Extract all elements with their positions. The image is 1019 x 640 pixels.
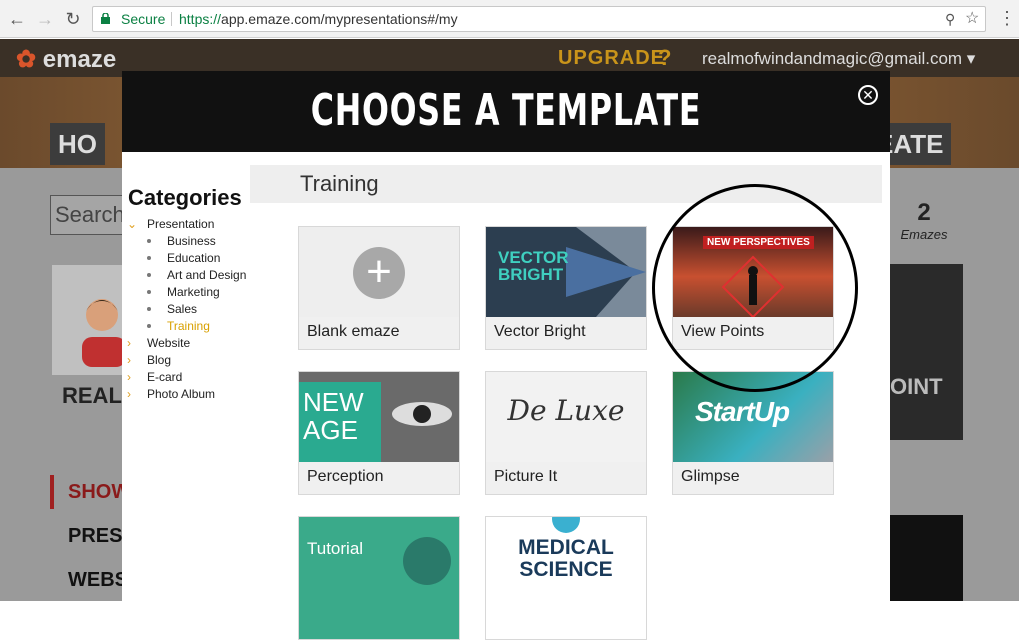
category-photo-album[interactable]: › Photo Album [127, 387, 216, 401]
template-thumbnail: + [299, 227, 459, 317]
close-icon[interactable]: ✕ [858, 85, 878, 105]
emaze-counter: 2 Emazes [894, 199, 954, 242]
chevron-right-icon: › [127, 370, 131, 384]
category-label: Blog [147, 353, 172, 367]
subcategory-label: Training [167, 319, 210, 333]
template-label: Glimpse [681, 468, 740, 485]
template-thumbnail: NEW AGE [299, 372, 459, 462]
template-thumbnail: Tutorial [299, 517, 459, 607]
star-icon[interactable]: ☆ [965, 7, 979, 31]
template-thumbnail: De Luxe [486, 372, 646, 462]
nav-show[interactable]: SHOW [50, 475, 130, 509]
subcategory-art-and-design[interactable]: Art and Design [147, 268, 247, 282]
url-text: https://app.emaze.com/mypresentations#/m… [179, 7, 458, 31]
bullet-icon [147, 256, 151, 260]
eye-icon [392, 402, 452, 426]
subcategory-training[interactable]: Training [147, 319, 210, 333]
right-promo-panel-2 [890, 515, 963, 601]
url-path: /mypresentations#/my [320, 11, 458, 27]
annotation-circle [652, 184, 858, 392]
search-input[interactable]: Search [50, 195, 130, 235]
flame-icon: ✿ [16, 46, 37, 73]
emaze-logo[interactable]: ✿ emaze [16, 45, 116, 74]
upgrade-link[interactable]: UPGRADE [558, 47, 665, 70]
right-promo-panel: OINT [890, 264, 963, 440]
template-tutorial[interactable]: Tutorial [298, 516, 460, 640]
subcategory-sales[interactable]: Sales [147, 302, 198, 316]
subcategory-label: Art and Design [167, 268, 247, 282]
url-host: app.emaze.com [221, 11, 321, 27]
template-label: Vector Bright [494, 323, 586, 340]
category-label: Presentation [147, 217, 215, 231]
thumb-text: MEDICAL SCIENCE [518, 536, 614, 581]
key-icon[interactable]: ⚲ [945, 7, 955, 31]
chevron-right-icon: › [127, 353, 131, 367]
template-picture-it[interactable]: De Luxe Picture It [485, 371, 647, 495]
secure-label: Secure [121, 11, 166, 27]
hero-button-home[interactable]: HO [50, 123, 105, 165]
categories-heading: Categories [128, 185, 242, 210]
emaze-count-value: 2 [917, 199, 931, 226]
template-thumbnail: VECTOR BRIGHT [486, 227, 646, 317]
address-divider [171, 12, 172, 26]
reload-icon[interactable]: ↻ [62, 8, 84, 30]
template-label: Perception [307, 468, 384, 485]
bullet-icon [147, 239, 151, 243]
account-menu[interactable]: realmofwindandmagic@gmail.com ▾ [702, 49, 975, 69]
template-vector-bright[interactable]: VECTOR BRIGHT Vector Bright [485, 226, 647, 350]
template-label: Picture It [494, 468, 558, 485]
url-scheme: https:// [179, 11, 222, 27]
bullet-icon [147, 290, 151, 294]
template-blank-emaze[interactable]: + Blank emaze [298, 226, 460, 350]
category-blog[interactable]: › Blog [127, 353, 172, 367]
emaze-count-label: Emazes [900, 227, 948, 242]
thumb-text: NEW AGE [299, 382, 381, 462]
scrollbar[interactable] [882, 152, 890, 601]
forward-arrow-icon[interactable]: → [34, 8, 56, 30]
logo-text: emaze [42, 46, 117, 73]
thumb-text: Tutorial [307, 539, 364, 558]
browser-toolbar: ← → ↻ Secure https://app.emaze.com/mypre… [0, 0, 1019, 38]
category-website[interactable]: › Website [127, 336, 191, 350]
category-label: Photo Album [147, 387, 216, 401]
avatar [52, 265, 132, 375]
template-medical-science[interactable]: MEDICAL SCIENCE [485, 516, 647, 640]
subcategory-label: Sales [167, 302, 198, 316]
category-label: Website [147, 336, 191, 350]
thumb-text: StartUp [695, 396, 790, 427]
modal-header: CHOOSE A TEMPLATE ✕ [122, 71, 890, 152]
category-presentation[interactable]: ⌄ Presentation [127, 217, 215, 231]
avatar-figure-icon [82, 299, 126, 367]
bullet-icon [147, 307, 151, 311]
subcategory-business[interactable]: Business [147, 234, 216, 248]
book-icon [403, 537, 451, 585]
section-title: Training [300, 171, 379, 196]
thumb-text: De Luxe [507, 394, 625, 427]
bullet-icon [147, 324, 151, 328]
template-thumbnail: MEDICAL SCIENCE [486, 517, 646, 607]
subcategory-education[interactable]: Education [147, 251, 221, 265]
category-label: E-card [147, 370, 183, 384]
plus-icon: + [353, 247, 405, 299]
chevron-right-icon: › [127, 387, 131, 401]
subcategory-label: Education [167, 251, 221, 265]
subcategory-label: Business [167, 234, 216, 248]
chevron-down-icon: ⌄ [127, 217, 138, 231]
subcategory-label: Marketing [167, 285, 220, 299]
lock-icon [101, 13, 110, 24]
flask-icon [552, 517, 580, 533]
template-perception[interactable]: NEW AGE Perception [298, 371, 460, 495]
address-bar[interactable]: Secure https://app.emaze.com/mypresentat… [92, 6, 986, 32]
back-arrow-icon[interactable]: ← [6, 8, 28, 30]
template-label: Blank emaze [307, 323, 400, 340]
kebab-menu-icon[interactable]: ⋮ [998, 8, 1016, 30]
category-ecard[interactable]: › E-card [127, 370, 183, 384]
subcategory-marketing[interactable]: Marketing [147, 285, 220, 299]
modal-title: CHOOSE A TEMPLATE [310, 85, 702, 136]
chevron-right-icon: › [127, 336, 131, 350]
help-icon[interactable]: ? [658, 45, 671, 71]
thumb-text: VECTOR BRIGHT [498, 248, 569, 284]
bullet-icon [147, 273, 151, 277]
